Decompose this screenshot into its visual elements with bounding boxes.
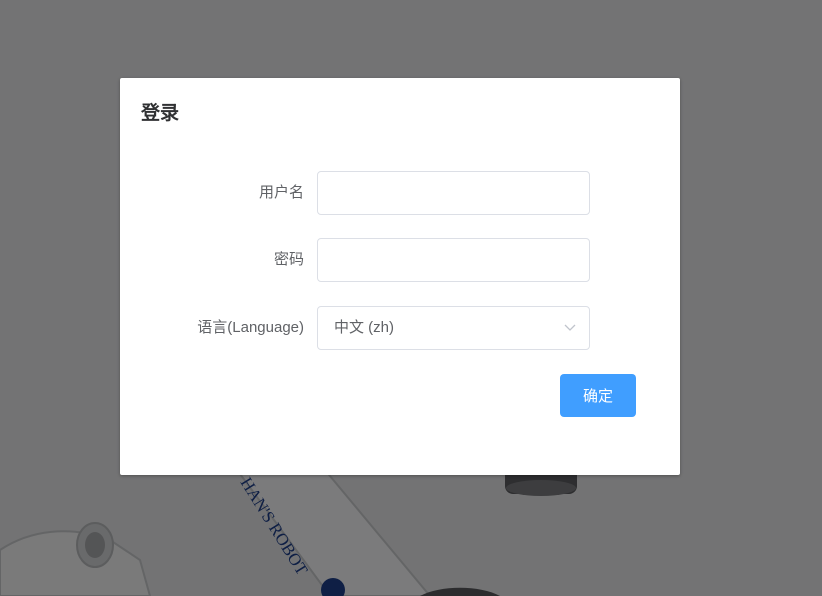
language-select-value: 中文 (zh) — [334, 319, 395, 336]
language-label: 语言(Language) — [197, 319, 304, 336]
password-label: 密码 — [273, 251, 304, 268]
password-row: 密码 — [120, 238, 680, 282]
language-select[interactable]: 中文 (zh) — [317, 306, 590, 350]
username-row: 用户名 — [120, 171, 680, 215]
username-label: 用户名 — [258, 184, 304, 201]
password-input[interactable] — [317, 238, 590, 282]
chevron-down-icon — [564, 324, 576, 331]
login-dialog: 登录 用户名 密码 语言(Language) 中文 (zh) 确定 — [120, 78, 680, 475]
language-row: 语言(Language) 中文 (zh) — [120, 306, 680, 350]
dialog-title: 登录 — [141, 103, 180, 124]
username-input[interactable] — [317, 171, 590, 215]
confirm-button[interactable]: 确定 — [560, 374, 636, 417]
